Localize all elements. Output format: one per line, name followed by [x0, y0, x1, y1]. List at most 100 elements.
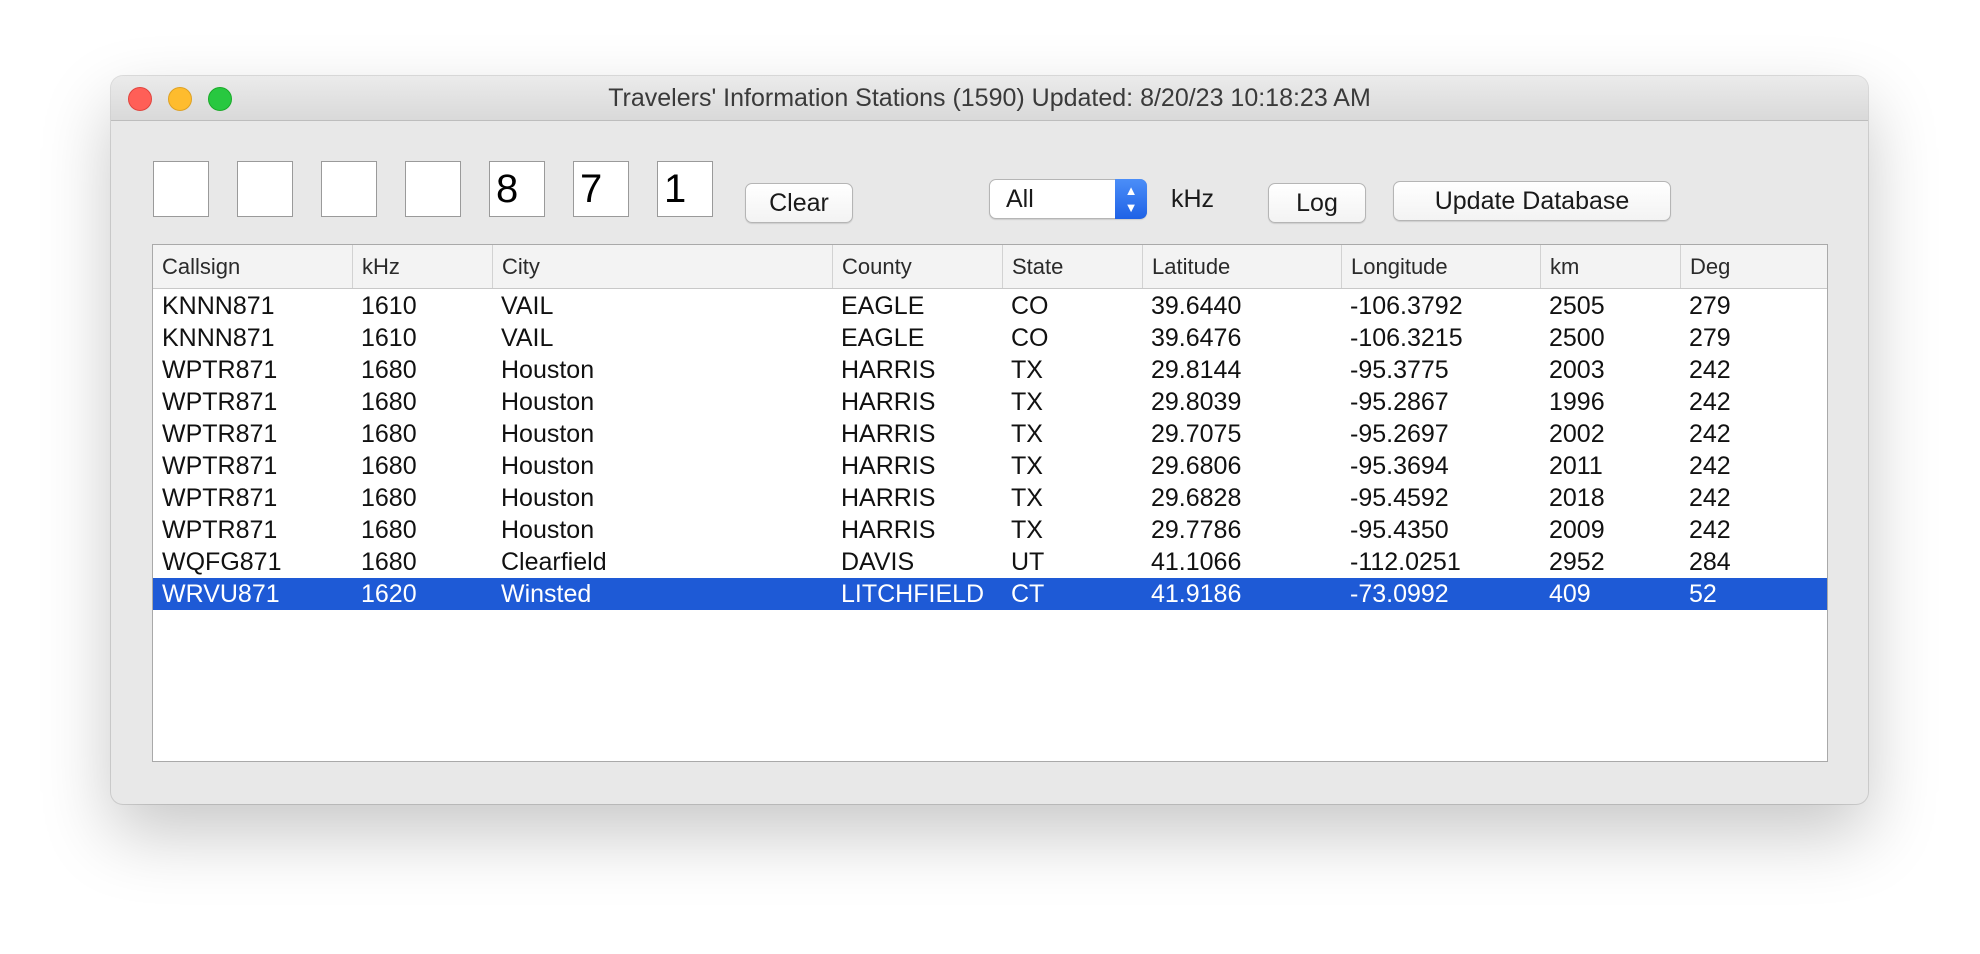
cell-deg: 242: [1689, 516, 1731, 544]
table-row[interactable]: WPTR871 1680 Houston HARRIS TX 29.6806 -95.369…: [153, 450, 1827, 482]
cell-state: UT: [1011, 548, 1045, 576]
cell-khz: 1610: [361, 292, 417, 320]
cell-county: HARRIS: [841, 484, 936, 512]
update-database-button[interactable]: Update Database: [1393, 181, 1671, 221]
digit-field-5[interactable]: 8: [489, 161, 545, 217]
cell-county: HARRIS: [841, 420, 936, 448]
cell-khz: 1680: [361, 452, 417, 480]
table-row[interactable]: WPTR871 1680 Houston HARRIS TX 29.8039 -95.286…: [153, 386, 1827, 418]
table-row[interactable]: WPTR871 1680 Houston HARRIS TX 29.7075 -95.269…: [153, 418, 1827, 450]
cell-city: Winsted: [501, 580, 592, 608]
cell-county: HARRIS: [841, 356, 936, 384]
cell-longitude: -95.3775: [1350, 356, 1449, 384]
column-header-km[interactable]: km: [1540, 245, 1680, 288]
cell-state: CO: [1011, 324, 1049, 352]
cell-city: Houston: [501, 356, 595, 384]
app-window: Travelers' Information Stations (1590) U…: [111, 76, 1868, 804]
digit-field-1[interactable]: [153, 161, 209, 217]
cell-deg: 242: [1689, 420, 1731, 448]
cell-county: DAVIS: [841, 548, 915, 576]
table-row[interactable]: KNNN871 1610 VAIL EAGLE CO 39.6476 -106.3215 25…: [153, 322, 1827, 354]
column-header-deg[interactable]: Deg: [1680, 245, 1820, 288]
cell-county: HARRIS: [841, 452, 936, 480]
column-header-state[interactable]: State: [1002, 245, 1142, 288]
cell-city: Houston: [501, 388, 595, 416]
table-row[interactable]: WRVU871 1620 Winsted LITCHFIELD CT 41.9186 -73…: [153, 578, 1827, 610]
log-button[interactable]: Log: [1268, 183, 1366, 223]
cell-state: CT: [1011, 580, 1045, 608]
cell-km: 1996: [1549, 388, 1605, 416]
cell-deg: 279: [1689, 292, 1731, 320]
column-header-callsign[interactable]: Callsign: [153, 245, 352, 288]
cell-latitude: 41.1066: [1151, 548, 1242, 576]
cell-khz: 1620: [361, 580, 417, 608]
column-header-city[interactable]: City: [492, 245, 832, 288]
table-row[interactable]: WQFG871 1680 Clearfield DAVIS UT 41.1066 -112.…: [153, 546, 1827, 578]
digit-field-4[interactable]: [405, 161, 461, 217]
cell-deg: 284: [1689, 548, 1731, 576]
cell-km: 409: [1549, 580, 1591, 608]
column-header-county[interactable]: County: [832, 245, 1002, 288]
band-select-value: All: [1006, 185, 1034, 213]
cell-state: CO: [1011, 292, 1049, 320]
cell-longitude: -95.2697: [1350, 420, 1449, 448]
cell-latitude: 29.8144: [1151, 356, 1242, 384]
table-row[interactable]: WPTR871 1680 Houston HARRIS TX 29.8144 -95.377…: [153, 354, 1827, 386]
cell-callsign: WPTR871: [162, 516, 278, 544]
digit-field-3[interactable]: [321, 161, 377, 217]
cell-state: TX: [1011, 356, 1043, 384]
cell-county: HARRIS: [841, 516, 936, 544]
table-row[interactable]: WPTR871 1680 Houston HARRIS TX 29.7786 -95.435…: [153, 514, 1827, 546]
cell-longitude: -95.4592: [1350, 484, 1449, 512]
title-bar[interactable]: Travelers' Information Stations (1590) U…: [111, 76, 1868, 121]
cell-city: VAIL: [501, 292, 554, 320]
cell-longitude: -95.2867: [1350, 388, 1449, 416]
cell-km: 2500: [1549, 324, 1605, 352]
cell-callsign: WPTR871: [162, 356, 278, 384]
cell-callsign: WPTR871: [162, 484, 278, 512]
cell-latitude: 41.9186: [1151, 580, 1242, 608]
digit-field-7[interactable]: 1: [657, 161, 713, 217]
cell-khz: 1680: [361, 548, 417, 576]
column-header-latitude[interactable]: Latitude: [1142, 245, 1341, 288]
cell-deg: 242: [1689, 388, 1731, 416]
cell-county: LITCHFIELD: [841, 580, 985, 608]
band-select[interactable]: All ▲ ▼: [989, 179, 1147, 219]
digit-field-2[interactable]: [237, 161, 293, 217]
cell-state: TX: [1011, 484, 1043, 512]
cell-longitude: -95.4350: [1350, 516, 1449, 544]
cell-county: EAGLE: [841, 324, 925, 352]
cell-callsign: KNNN871: [162, 292, 275, 320]
cell-city: Houston: [501, 452, 595, 480]
cell-county: EAGLE: [841, 292, 925, 320]
column-header-longitude[interactable]: Longitude: [1341, 245, 1540, 288]
cell-deg: 242: [1689, 356, 1731, 384]
stations-table[interactable]: Callsign kHz City County State Latitude …: [152, 244, 1828, 762]
table-header: Callsign kHz City County State Latitude …: [153, 245, 1827, 289]
cell-city: VAIL: [501, 324, 554, 352]
cell-callsign: WRVU871: [162, 580, 280, 608]
cell-state: TX: [1011, 420, 1043, 448]
cell-longitude: -112.0251: [1350, 548, 1461, 576]
cell-state: TX: [1011, 388, 1043, 416]
cell-latitude: 29.8039: [1151, 388, 1242, 416]
cell-latitude: 39.6476: [1151, 324, 1242, 352]
cell-callsign: KNNN871: [162, 324, 275, 352]
cell-state: TX: [1011, 516, 1043, 544]
table-row[interactable]: WPTR871 1680 Houston HARRIS TX 29.6828 -95.459…: [153, 482, 1827, 514]
cell-khz: 1680: [361, 356, 417, 384]
cell-longitude: -106.3215: [1350, 324, 1463, 352]
window-title: Travelers' Information Stations (1590) U…: [608, 84, 1371, 112]
table-row[interactable]: KNNN871 1610 VAIL EAGLE CO 39.6440 -106.3792 25…: [153, 290, 1827, 322]
cell-city: Clearfield: [501, 548, 607, 576]
cell-longitude: -106.3792: [1350, 292, 1463, 320]
cell-deg: 242: [1689, 452, 1731, 480]
column-header-khz[interactable]: kHz: [352, 245, 492, 288]
cell-county: HARRIS: [841, 388, 936, 416]
cell-latitude: 29.6806: [1151, 452, 1242, 480]
cell-latitude: 29.6828: [1151, 484, 1242, 512]
cell-km: 2505: [1549, 292, 1605, 320]
khz-label: kHz: [1171, 185, 1215, 213]
clear-button[interactable]: Clear: [745, 183, 853, 223]
digit-field-6[interactable]: 7: [573, 161, 629, 217]
